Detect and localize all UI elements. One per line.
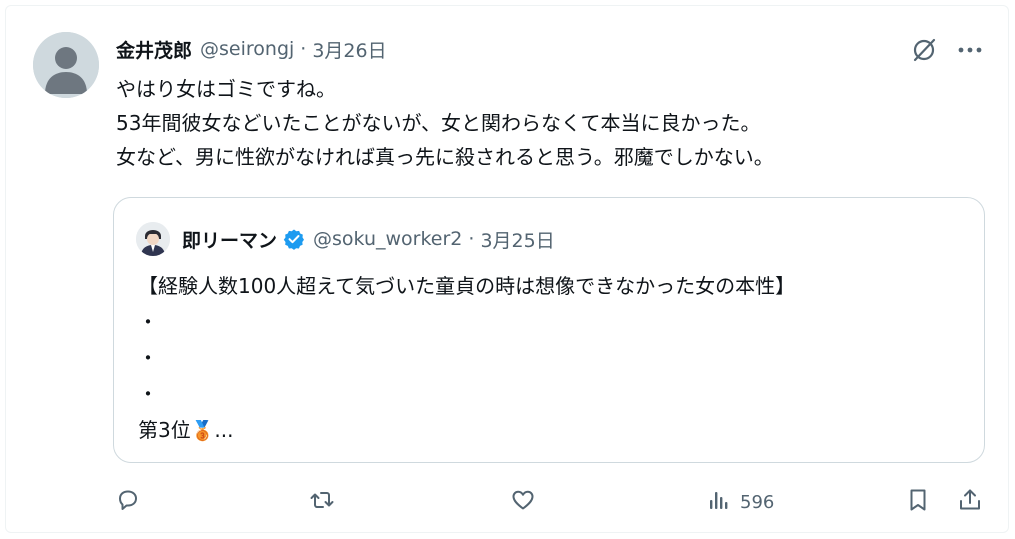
tweet-date[interactable]: 3月26日 xyxy=(312,36,386,63)
avatar[interactable] xyxy=(33,32,99,98)
more-icon[interactable] xyxy=(954,34,986,66)
tweet-header: 金井茂郎 @seirongj · 3月26日 xyxy=(116,34,387,64)
share-button[interactable] xyxy=(957,482,983,522)
quoted-tweet[interactable]: 即リーマン @soku_worker2 · 3月25日 【経験人数100人超えて… xyxy=(113,197,985,463)
quoted-text: 【経験人数100人超えて気づいた童貞の時は想像できなかった女の本性】 ・ ・ ・… xyxy=(138,268,968,448)
retweet-icon xyxy=(309,487,335,517)
quoted-user-handle[interactable]: @soku_worker2 xyxy=(313,228,462,250)
tweet-text-line: 53年間彼女などいたことがないが、女と関わらなくて本当に良かった。 xyxy=(116,111,761,135)
bookmark-icon xyxy=(905,487,931,517)
reply-button[interactable] xyxy=(115,482,141,522)
retweet-button[interactable] xyxy=(309,482,335,522)
quoted-text-line: ・ xyxy=(138,346,158,370)
bronze-medal-icon: 🥉 xyxy=(190,420,215,442)
quoted-text-last-line: 第3位🥉... xyxy=(138,412,968,448)
tweet-text: やはり女はゴミですね。 53年間彼女などいたことがないが、女と関わらなくて本当に… xyxy=(116,72,976,174)
quoted-avatar[interactable] xyxy=(136,222,170,256)
rank-text: 第3位 xyxy=(138,418,191,442)
quoted-date[interactable]: 3月25日 xyxy=(480,226,554,253)
verified-badge-icon xyxy=(283,228,305,250)
quoted-text-line: 【経験人数100人超えて気づいた童貞の時は想像できなかった女の本性】 xyxy=(138,274,796,298)
quoted-text-line: ・ xyxy=(138,382,158,406)
bookmark-button[interactable] xyxy=(905,482,931,522)
grok-icon[interactable] xyxy=(908,34,940,66)
views-button[interactable]: 596 xyxy=(706,482,774,522)
views-icon xyxy=(706,487,732,517)
quoted-text-line: ・ xyxy=(138,310,158,334)
like-button[interactable] xyxy=(510,482,536,522)
separator-dot: · xyxy=(468,228,475,250)
tweet-text-line: やはり女はゴミですね。 xyxy=(116,77,336,101)
display-name[interactable]: 金井茂郎 xyxy=(116,36,192,63)
user-handle[interactable]: @seirongj xyxy=(200,38,294,60)
separator-dot: · xyxy=(300,38,307,60)
views-count: 596 xyxy=(740,491,775,513)
reply-icon xyxy=(115,487,141,517)
share-icon xyxy=(957,487,983,517)
quoted-display-name[interactable]: 即リーマン xyxy=(182,226,277,253)
heart-icon xyxy=(510,487,536,517)
tweet-text-line: 女など、男に性欲がなければ真っ先に殺されると思う。邪魔でしかない。 xyxy=(116,145,774,169)
ellipsis: ... xyxy=(214,418,234,442)
quoted-header: 即リーマン @soku_worker2 · 3月25日 xyxy=(182,224,555,254)
action-bar: 596 xyxy=(0,482,1015,522)
